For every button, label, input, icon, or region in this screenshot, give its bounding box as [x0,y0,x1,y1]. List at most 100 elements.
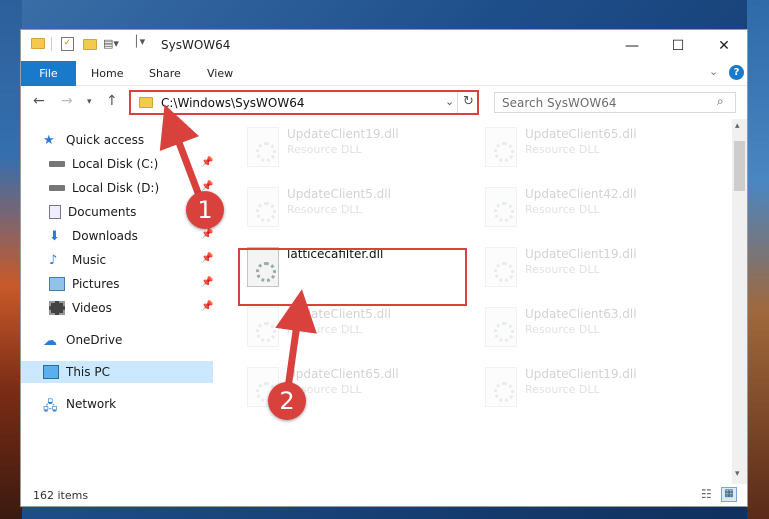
refresh-icon[interactable]: ↻ [463,94,474,109]
file-type: Resource DLL [287,323,362,336]
tab-file[interactable]: File [21,61,76,86]
title-bar: ✓ ▤▾ │▾ SysWOW64 — ☐ ✕ [21,30,747,61]
file-name: UpdateClient42.dll [525,187,637,201]
tab-share[interactable]: Share [149,67,181,80]
close-button[interactable]: ✕ [701,30,747,61]
tab-view[interactable]: View [207,67,233,80]
folder-icon [31,38,45,49]
download-icon: ⬇ [49,229,60,244]
nav-label: Local Disk (D:) [72,181,160,195]
pin-icon[interactable]: 📌 [201,301,213,312]
pin-icon[interactable]: 📌 [201,253,213,264]
pin-icon[interactable]: 📌 [201,277,213,288]
back-icon[interactable]: ← [33,93,45,109]
highlight-box [238,248,467,306]
file-type: Resource DLL [525,263,600,276]
dll-file-icon [485,187,517,227]
file-type: Resource DLL [287,143,362,156]
nav-label: Videos [72,301,112,315]
tiles-view-icon[interactable]: ▦ [721,487,737,502]
dll-file-icon [485,127,517,167]
scroll-thumb[interactable] [734,141,745,191]
desktop-background-left [0,0,22,519]
videos-icon [49,301,65,315]
file-item[interactable]: UpdateClient42.dll Resource DLL [477,183,707,233]
pc-icon [43,365,59,379]
file-name: UpdateClient65.dll [287,367,399,381]
file-item[interactable]: UpdateClient5.dll Resource DLL [239,303,469,353]
step-1-badge: 1 [186,191,224,229]
file-name: UpdateClient19.dll [525,367,637,381]
file-item[interactable]: UpdateClient63.dll Resource DLL [477,303,707,353]
vertical-scrollbar[interactable]: ▴ ▾ [732,119,747,484]
file-name: UpdateClient19.dll [287,127,399,141]
file-name: UpdateClient19.dll [525,247,637,261]
help-icon[interactable]: ? [729,65,744,80]
desktop-background-right [747,0,769,519]
pin-icon[interactable]: 📌 [201,157,213,168]
divider [457,92,458,113]
file-name: UpdateClient5.dll [287,187,391,201]
file-type: Resource DLL [525,143,600,156]
nav-onedrive[interactable]: ☁ OneDrive [43,329,233,351]
ribbon: File Home Share View ⌄ ? [21,61,747,86]
customize-icon[interactable]: ▤▾ [103,37,119,50]
search-input[interactable]: Search SysWOW64 ⌕ [494,92,736,113]
properties-icon[interactable]: ✓ [61,37,74,51]
explorer-window: ✓ ▤▾ │▾ SysWOW64 — ☐ ✕ File Home Share V… [20,29,748,507]
scroll-up-icon[interactable]: ▴ [735,121,740,131]
drive-icon [49,185,65,191]
file-item[interactable]: UpdateClient19.dll Resource DLL [477,243,707,293]
tab-home[interactable]: Home [91,67,123,80]
window-title: SysWOW64 [161,38,231,52]
navigation-pane: ★ Quick access Local Disk (C:) Local Disk… [21,119,213,484]
details-view-icon[interactable]: ☷ [701,487,712,501]
item-count: 162 items [33,489,89,502]
dropdown-icon[interactable]: │▾ [133,35,145,48]
step-2-badge: 2 [268,382,306,420]
expand-ribbon-icon[interactable]: ⌄ [709,65,718,78]
forward-icon[interactable]: → [61,93,73,109]
dll-file-icon [485,247,517,287]
dll-file-icon [485,307,517,347]
address-path: C:\Windows\SysWOW64 [161,96,305,110]
documents-icon [49,205,61,219]
nav-label: Music [72,253,107,267]
divider [51,37,52,51]
drive-icon [49,161,65,167]
address-dropdown-icon[interactable]: ⌄ [445,95,454,108]
nav-this-pc[interactable]: This PC [21,361,213,383]
status-bar: 162 items ☷ ▦ [21,484,747,506]
pictures-icon [49,277,65,291]
nav-label: Pictures [72,277,120,291]
file-item[interactable]: UpdateClient19.dll Resource DLL [239,123,469,173]
file-item[interactable]: UpdateClient5.dll Resource DLL [239,183,469,233]
new-folder-icon[interactable] [83,39,97,50]
nav-label: OneDrive [66,333,123,347]
recent-locations-icon[interactable]: ▾ [87,97,92,107]
up-icon[interactable]: ↑ [106,93,118,109]
search-icon: ⌕ [717,94,724,108]
minimize-button[interactable]: — [609,30,655,61]
nav-label: Local Disk (C:) [72,157,159,171]
file-item[interactable]: UpdateClient19.dll Resource DLL [477,363,707,413]
nav-quick-access[interactable]: ★ Quick access [43,129,233,151]
nav-network[interactable]: 🖧 Network [43,393,233,415]
music-icon: ♪ [49,253,58,268]
file-name: UpdateClient65.dll [525,127,637,141]
address-row: ← → ▾ ↑ C:\Windows\SysWOW64 ⌄ ↻ Search S… [21,87,747,119]
file-type: Resource DLL [525,323,600,336]
file-name: UpdateClient63.dll [525,307,637,321]
folder-icon [139,97,153,108]
dll-file-icon [247,307,279,347]
file-name: UpdateClient5.dll [287,307,391,321]
file-item[interactable]: UpdateClient65.dll Resource DLL [477,123,707,173]
dll-file-icon [247,187,279,227]
pin-icon[interactable]: 📌 [201,229,213,240]
address-bar[interactable]: C:\Windows\SysWOW64 ⌄ ↻ [129,90,479,115]
file-type: Resource DLL [287,203,362,216]
file-type: Resource DLL [525,203,600,216]
maximize-button[interactable]: ☐ [655,30,701,61]
scroll-down-icon[interactable]: ▾ [735,469,740,479]
nav-label: Quick access [66,133,145,147]
